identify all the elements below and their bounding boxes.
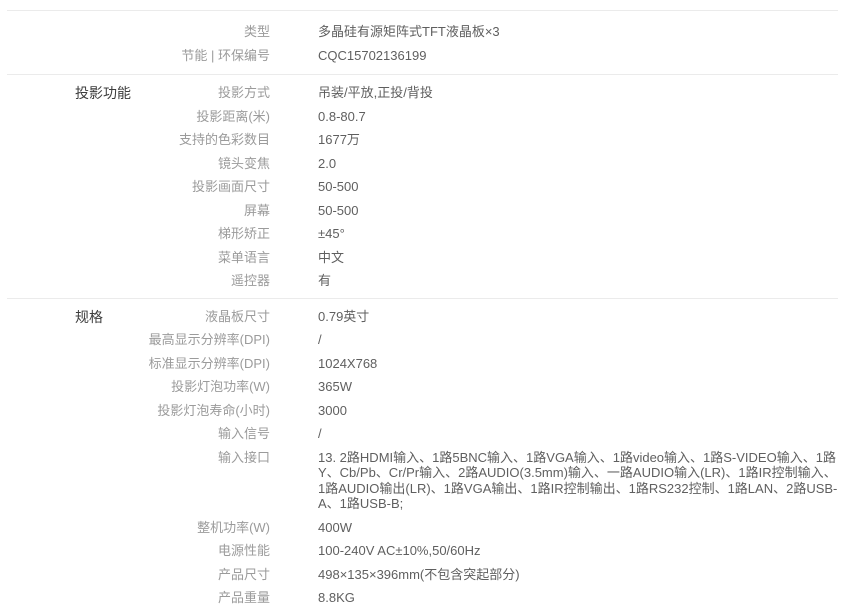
spec-label: 梯形矫正	[7, 222, 270, 246]
spec-label: 节能 | 环保编号	[7, 44, 270, 68]
spec-value: 有	[318, 269, 838, 293]
spec-section-projection: 投影功能 投影方式 吊装/平放,正投/背投 投影距离(米) 0.8-80.7 支…	[7, 74, 838, 298]
table-row: 菜单语言 中文	[7, 246, 838, 270]
table-row: 输入信号 /	[7, 422, 838, 446]
spec-value: CQC15702136199	[318, 44, 838, 68]
spec-label: 投影灯泡功率(W)	[7, 375, 270, 399]
table-row: 投影灯泡功率(W) 365W	[7, 375, 838, 399]
spec-label: 产品重量	[7, 586, 270, 610]
spec-value: /	[318, 328, 838, 352]
table-row: 梯形矫正 ±45°	[7, 222, 838, 246]
spec-label: 菜单语言	[7, 246, 270, 270]
spec-value: 100-240V AC±10%,50/60Hz	[318, 539, 838, 563]
spec-value: /	[318, 422, 838, 446]
spec-label: 遥控器	[7, 269, 270, 293]
table-row: 最高显示分辨率(DPI) /	[7, 328, 838, 352]
spec-label: 输入信号	[7, 422, 270, 446]
spec-value: 50-500	[318, 199, 838, 223]
spec-label: 整机功率(W)	[7, 516, 270, 540]
spec-label: 液晶板尺寸	[7, 305, 270, 329]
table-row: 投影灯泡寿命(小时) 3000	[7, 399, 838, 423]
spec-label: 投影距离(米)	[7, 105, 270, 129]
spec-value: 多晶硅有源矩阵式TFT液晶板×3	[318, 20, 838, 44]
spec-value: 中文	[318, 246, 838, 270]
table-row: 产品重量 8.8KG	[7, 586, 838, 610]
spec-value: 400W	[318, 516, 838, 540]
table-row: 类型 多晶硅有源矩阵式TFT液晶板×3	[7, 20, 838, 44]
table-row: 投影距离(米) 0.8-80.7	[7, 105, 838, 129]
section-title: 投影功能	[75, 85, 131, 101]
table-row: 整机功率(W) 400W	[7, 516, 838, 540]
spec-label: 最高显示分辨率(DPI)	[7, 328, 270, 352]
spec-label: 投影方式	[7, 81, 270, 105]
spec-value: ±45°	[318, 222, 838, 246]
table-row: 遥控器 有	[7, 269, 838, 293]
spec-value: 365W	[318, 375, 838, 399]
spec-label: 标准显示分辨率(DPI)	[7, 352, 270, 376]
spec-value: 1024X768	[318, 352, 838, 376]
spec-value: 8.8KG	[318, 586, 838, 610]
product-spec-table: 类型 多晶硅有源矩阵式TFT液晶板×3 节能 | 环保编号 CQC1570213…	[0, 0, 845, 615]
spec-label: 投影灯泡寿命(小时)	[7, 399, 270, 423]
spec-section-type: 类型 多晶硅有源矩阵式TFT液晶板×3 节能 | 环保编号 CQC1570213…	[7, 10, 838, 74]
table-row: 产品尺寸 498×135×396mm(不包含突起部分)	[7, 563, 838, 587]
table-row: 镜头变焦 2.0	[7, 152, 838, 176]
spec-label: 输入接口	[7, 446, 270, 470]
table-row: 标准显示分辨率(DPI) 1024X768	[7, 352, 838, 376]
spec-value: 3000	[318, 399, 838, 423]
spec-label: 产品尺寸	[7, 563, 270, 587]
table-row: 支持的色彩数目 1677万	[7, 128, 838, 152]
spec-section-specs: 规格 液晶板尺寸 0.79英寸 最高显示分辨率(DPI) / 标准显示分辨率(D…	[7, 298, 838, 615]
spec-value: 0.79英寸	[318, 305, 838, 329]
table-row: 液晶板尺寸 0.79英寸	[7, 305, 838, 329]
table-row: 屏幕 50-500	[7, 199, 838, 223]
spec-label: 镜头变焦	[7, 152, 270, 176]
spec-value: 13. 2路HDMI输入、1路5BNC输入、1路VGA输入、1路video输入、…	[318, 446, 838, 516]
spec-value: 50-500	[318, 175, 838, 199]
table-row: 输入接口 13. 2路HDMI输入、1路5BNC输入、1路VGA输入、1路vid…	[7, 446, 838, 516]
spec-label: 支持的色彩数目	[7, 128, 270, 152]
spec-label: 投影画面尺寸	[7, 175, 270, 199]
spec-value: 1677万	[318, 128, 838, 152]
table-row: 电源性能 100-240V AC±10%,50/60Hz	[7, 539, 838, 563]
spec-label: 电源性能	[7, 539, 270, 563]
table-row: 投影画面尺寸 50-500	[7, 175, 838, 199]
spec-value: 0.8-80.7	[318, 105, 838, 129]
section-title: 规格	[75, 309, 103, 325]
table-row: 节能 | 环保编号 CQC15702136199	[7, 44, 838, 68]
spec-label: 屏幕	[7, 199, 270, 223]
table-row: 投影方式 吊装/平放,正投/背投	[7, 81, 838, 105]
spec-label: 类型	[7, 20, 270, 44]
spec-value: 吊装/平放,正投/背投	[318, 81, 838, 105]
spec-value: 498×135×396mm(不包含突起部分)	[318, 563, 838, 587]
spec-value: 2.0	[318, 152, 838, 176]
